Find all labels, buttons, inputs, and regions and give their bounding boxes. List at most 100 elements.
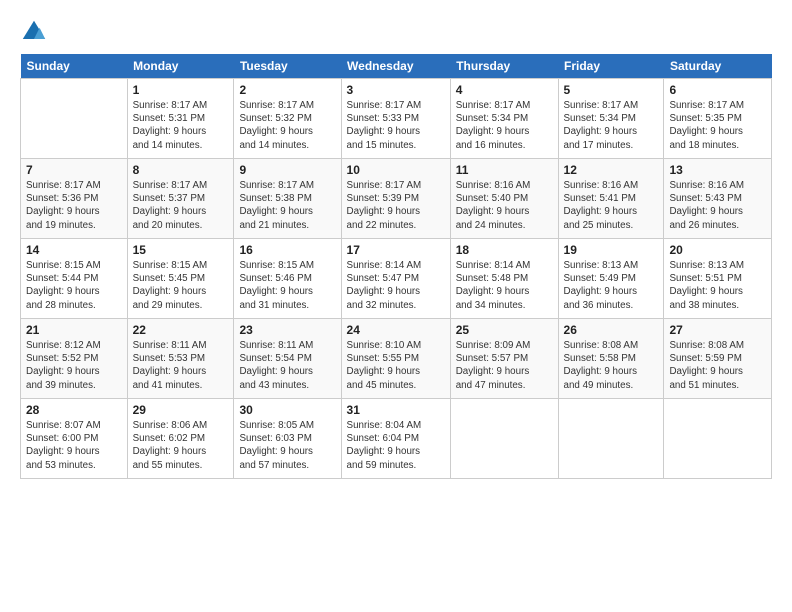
- col-header-tuesday: Tuesday: [234, 54, 341, 79]
- logo: [20, 18, 50, 46]
- day-info: Sunrise: 8:05 AM Sunset: 6:03 PM Dayligh…: [239, 419, 335, 472]
- day-number: 12: [564, 163, 659, 177]
- day-number: 15: [133, 243, 229, 257]
- col-header-monday: Monday: [127, 54, 234, 79]
- day-number: 2: [239, 83, 335, 97]
- day-info: Sunrise: 8:08 AM Sunset: 5:59 PM Dayligh…: [669, 339, 766, 392]
- calendar-cell: 16 Sunrise: 8:15 AM Sunset: 5:46 PM Dayli…: [234, 239, 341, 319]
- calendar-cell: 21Sunrise: 8:12 AM Sunset: 5:52 PM Dayli…: [21, 319, 128, 399]
- day-info: Sunrise: 8:17 AM Sunset: 5:37 PM Dayligh…: [133, 179, 229, 232]
- calendar-cell: [558, 399, 664, 479]
- calendar-cell: [664, 399, 772, 479]
- col-header-wednesday: Wednesday: [341, 54, 450, 79]
- calendar-cell: 12Sunrise: 8:16 AM Sunset: 5:41 PM Dayli…: [558, 159, 664, 239]
- calendar-cell: 15 Sunrise: 8:15 AM Sunset: 5:45 PM Dayli…: [127, 239, 234, 319]
- calendar-week-4: 21Sunrise: 8:12 AM Sunset: 5:52 PM Dayli…: [21, 319, 772, 399]
- day-info: Sunrise: 8:17 AM Sunset: 5:35 PM Dayligh…: [669, 99, 766, 152]
- calendar-cell: 24 Sunrise: 8:10 AM Sunset: 5:55 PM Dayli…: [341, 319, 450, 399]
- day-number: 11: [456, 163, 553, 177]
- logo-icon: [20, 18, 48, 46]
- day-info: Sunrise: 8:17 AM Sunset: 5:36 PM Dayligh…: [26, 179, 122, 232]
- col-header-thursday: Thursday: [450, 54, 558, 79]
- day-info: Sunrise: 8:04 AM Sunset: 6:04 PM Dayligh…: [347, 419, 445, 472]
- day-info: Sunrise: 8:13 AM Sunset: 5:49 PM Dayligh…: [564, 259, 659, 312]
- calendar-cell: 19 Sunrise: 8:13 AM Sunset: 5:49 PM Dayli…: [558, 239, 664, 319]
- page: SundayMondayTuesdayWednesdayThursdayFrid…: [0, 0, 792, 612]
- calendar-cell: [450, 399, 558, 479]
- day-info: Sunrise: 8:10 AM Sunset: 5:55 PM Dayligh…: [347, 339, 445, 392]
- calendar-cell: 4Sunrise: 8:17 AM Sunset: 5:34 PM Daylig…: [450, 79, 558, 159]
- day-number: 3: [347, 83, 445, 97]
- day-info: Sunrise: 8:15 AM Sunset: 5:45 PM Dayligh…: [133, 259, 229, 312]
- calendar-cell: 18 Sunrise: 8:14 AM Sunset: 5:48 PM Dayli…: [450, 239, 558, 319]
- day-number: 16: [239, 243, 335, 257]
- day-info: Sunrise: 8:14 AM Sunset: 5:47 PM Dayligh…: [347, 259, 445, 312]
- day-number: 31: [347, 403, 445, 417]
- day-number: 1: [133, 83, 229, 97]
- col-header-friday: Friday: [558, 54, 664, 79]
- day-info: Sunrise: 8:06 AM Sunset: 6:02 PM Dayligh…: [133, 419, 229, 472]
- day-number: 25: [456, 323, 553, 337]
- day-info: Sunrise: 8:09 AM Sunset: 5:57 PM Dayligh…: [456, 339, 553, 392]
- day-info: Sunrise: 8:07 AM Sunset: 6:00 PM Dayligh…: [26, 419, 122, 472]
- day-info: Sunrise: 8:08 AM Sunset: 5:58 PM Dayligh…: [564, 339, 659, 392]
- day-number: 10: [347, 163, 445, 177]
- calendar-cell: 10 Sunrise: 8:17 AM Sunset: 5:39 PM Dayli…: [341, 159, 450, 239]
- day-info: Sunrise: 8:14 AM Sunset: 5:48 PM Dayligh…: [456, 259, 553, 312]
- day-number: 17: [347, 243, 445, 257]
- day-number: 18: [456, 243, 553, 257]
- header: [20, 18, 772, 46]
- day-info: Sunrise: 8:17 AM Sunset: 5:39 PM Dayligh…: [347, 179, 445, 232]
- calendar-cell: 11 Sunrise: 8:16 AM Sunset: 5:40 PM Dayli…: [450, 159, 558, 239]
- calendar-cell: 13 Sunrise: 8:16 AM Sunset: 5:43 PM Dayli…: [664, 159, 772, 239]
- day-info: Sunrise: 8:15 AM Sunset: 5:44 PM Dayligh…: [26, 259, 122, 312]
- calendar-cell: [21, 79, 128, 159]
- day-number: 26: [564, 323, 659, 337]
- calendar-header-row: SundayMondayTuesdayWednesdayThursdayFrid…: [21, 54, 772, 79]
- day-number: 28: [26, 403, 122, 417]
- day-number: 6: [669, 83, 766, 97]
- day-info: Sunrise: 8:16 AM Sunset: 5:43 PM Dayligh…: [669, 179, 766, 232]
- day-info: Sunrise: 8:17 AM Sunset: 5:31 PM Dayligh…: [133, 99, 229, 152]
- day-number: 8: [133, 163, 229, 177]
- calendar-cell: 3 Sunrise: 8:17 AM Sunset: 5:33 PM Daylig…: [341, 79, 450, 159]
- day-number: 14: [26, 243, 122, 257]
- day-info: Sunrise: 8:11 AM Sunset: 5:54 PM Dayligh…: [239, 339, 335, 392]
- calendar-cell: 27Sunrise: 8:08 AM Sunset: 5:59 PM Dayli…: [664, 319, 772, 399]
- day-number: 24: [347, 323, 445, 337]
- day-number: 30: [239, 403, 335, 417]
- calendar-cell: 6 Sunrise: 8:17 AM Sunset: 5:35 PM Daylig…: [664, 79, 772, 159]
- day-info: Sunrise: 8:17 AM Sunset: 5:32 PM Dayligh…: [239, 99, 335, 152]
- calendar-cell: 25 Sunrise: 8:09 AM Sunset: 5:57 PM Dayli…: [450, 319, 558, 399]
- day-info: Sunrise: 8:17 AM Sunset: 5:33 PM Dayligh…: [347, 99, 445, 152]
- day-info: Sunrise: 8:13 AM Sunset: 5:51 PM Dayligh…: [669, 259, 766, 312]
- day-number: 19: [564, 243, 659, 257]
- day-info: Sunrise: 8:17 AM Sunset: 5:34 PM Dayligh…: [456, 99, 553, 152]
- calendar-table: SundayMondayTuesdayWednesdayThursdayFrid…: [20, 54, 772, 479]
- calendar-week-5: 28 Sunrise: 8:07 AM Sunset: 6:00 PM Dayli…: [21, 399, 772, 479]
- calendar-cell: 2 Sunrise: 8:17 AM Sunset: 5:32 PM Daylig…: [234, 79, 341, 159]
- calendar-cell: 28 Sunrise: 8:07 AM Sunset: 6:00 PM Dayli…: [21, 399, 128, 479]
- day-number: 20: [669, 243, 766, 257]
- day-number: 7: [26, 163, 122, 177]
- day-number: 13: [669, 163, 766, 177]
- calendar-cell: 8 Sunrise: 8:17 AM Sunset: 5:37 PM Daylig…: [127, 159, 234, 239]
- calendar-cell: 14 Sunrise: 8:15 AM Sunset: 5:44 PM Dayli…: [21, 239, 128, 319]
- day-number: 22: [133, 323, 229, 337]
- calendar-cell: 30 Sunrise: 8:05 AM Sunset: 6:03 PM Dayli…: [234, 399, 341, 479]
- col-header-sunday: Sunday: [21, 54, 128, 79]
- day-info: Sunrise: 8:12 AM Sunset: 5:52 PM Dayligh…: [26, 339, 122, 392]
- day-number: 23: [239, 323, 335, 337]
- day-number: 5: [564, 83, 659, 97]
- calendar-cell: 29Sunrise: 8:06 AM Sunset: 6:02 PM Dayli…: [127, 399, 234, 479]
- calendar-cell: 22Sunrise: 8:11 AM Sunset: 5:53 PM Dayli…: [127, 319, 234, 399]
- day-info: Sunrise: 8:17 AM Sunset: 5:34 PM Dayligh…: [564, 99, 659, 152]
- calendar-cell: 31 Sunrise: 8:04 AM Sunset: 6:04 PM Dayli…: [341, 399, 450, 479]
- day-info: Sunrise: 8:15 AM Sunset: 5:46 PM Dayligh…: [239, 259, 335, 312]
- calendar-cell: 9 Sunrise: 8:17 AM Sunset: 5:38 PM Daylig…: [234, 159, 341, 239]
- day-number: 9: [239, 163, 335, 177]
- calendar-cell: 20 Sunrise: 8:13 AM Sunset: 5:51 PM Dayli…: [664, 239, 772, 319]
- day-info: Sunrise: 8:17 AM Sunset: 5:38 PM Dayligh…: [239, 179, 335, 232]
- day-info: Sunrise: 8:16 AM Sunset: 5:40 PM Dayligh…: [456, 179, 553, 232]
- calendar-cell: 17 Sunrise: 8:14 AM Sunset: 5:47 PM Dayli…: [341, 239, 450, 319]
